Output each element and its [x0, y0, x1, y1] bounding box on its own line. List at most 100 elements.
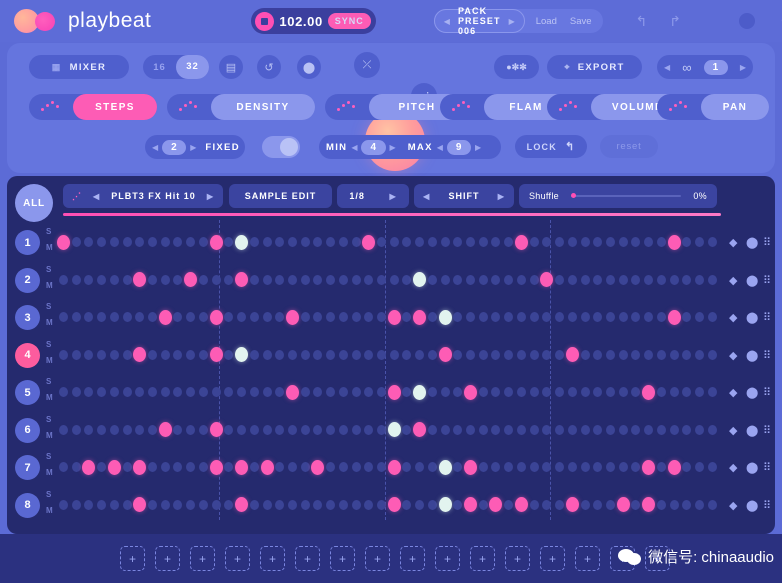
step-cell[interactable] — [285, 384, 299, 400]
rate-selector[interactable]: 1/8 ▶ — [337, 184, 409, 208]
step-cell[interactable] — [186, 499, 196, 510]
step-cell[interactable] — [504, 424, 514, 435]
add-sample-slot-button[interactable]: + — [260, 546, 285, 571]
step-cell[interactable] — [427, 499, 437, 510]
step-cell[interactable] — [326, 237, 336, 247]
step-cell[interactable] — [453, 499, 463, 510]
reset-button[interactable]: reset — [600, 135, 658, 158]
steps-16-option[interactable]: 16 — [143, 62, 176, 73]
step-cell[interactable] — [478, 424, 488, 435]
step-cell[interactable] — [71, 237, 81, 247]
step-cell[interactable] — [707, 424, 717, 435]
step-cell[interactable] — [580, 274, 590, 285]
lock-icon[interactable]: ⬤ — [746, 461, 758, 474]
step-cell[interactable] — [529, 349, 539, 360]
step-cell[interactable] — [135, 312, 145, 322]
step-cell[interactable] — [59, 387, 68, 397]
step-cell[interactable] — [249, 499, 259, 510]
step-cell[interactable] — [682, 462, 692, 472]
step-cell[interactable] — [504, 312, 514, 322]
step-cell[interactable] — [122, 424, 132, 435]
step-cell[interactable] — [542, 424, 552, 435]
max-value[interactable]: 9 — [446, 139, 471, 155]
step-cell[interactable] — [656, 424, 666, 435]
load-button[interactable]: Load — [536, 16, 557, 27]
track-number-button[interactable]: 2 — [15, 267, 40, 293]
steps-32-option[interactable]: 32 — [176, 55, 209, 79]
step-cell[interactable] — [695, 237, 704, 247]
step-cell[interactable] — [97, 312, 107, 322]
step-cell[interactable] — [198, 462, 208, 472]
step-cell[interactable] — [682, 387, 692, 397]
step-cell[interactable] — [464, 497, 478, 512]
lock-icon[interactable]: ⬤ — [746, 274, 758, 287]
step-cell[interactable] — [186, 387, 196, 397]
lock-icon[interactable]: ⬤ — [746, 349, 758, 362]
step-cell[interactable] — [631, 424, 641, 435]
step-cell[interactable] — [593, 387, 603, 397]
step-cell[interactable] — [122, 462, 132, 472]
step-cell[interactable] — [402, 424, 412, 435]
step-cell[interactable] — [466, 349, 476, 360]
step-cell[interactable] — [148, 424, 158, 435]
step-cell[interactable] — [605, 237, 615, 247]
step-cell[interactable] — [262, 499, 272, 510]
step-cell[interactable] — [695, 312, 704, 322]
fixed-prev-icon[interactable]: ◀ — [152, 143, 158, 152]
step-cell[interactable] — [593, 499, 603, 510]
solo-button[interactable]: S — [46, 227, 51, 236]
step-cell[interactable] — [504, 237, 514, 247]
step-cell[interactable] — [438, 309, 452, 325]
fixed-toggle[interactable] — [262, 136, 300, 158]
add-sample-slot-button[interactable]: + — [330, 546, 355, 571]
step-cell[interactable] — [287, 424, 297, 435]
step-cell[interactable] — [593, 237, 603, 247]
step-cell[interactable] — [618, 387, 628, 397]
step-cell[interactable] — [71, 462, 81, 472]
step-cell[interactable] — [478, 462, 488, 472]
step-cell[interactable] — [198, 274, 208, 285]
step-cell[interactable] — [618, 424, 628, 435]
step-cell[interactable] — [618, 349, 628, 360]
step-cell[interactable] — [338, 499, 348, 510]
step-cell[interactable] — [415, 462, 425, 472]
step-cell[interactable] — [580, 499, 590, 510]
shuffle-slider[interactable] — [571, 191, 682, 201]
step-cell[interactable] — [133, 272, 147, 287]
eraser-icon[interactable]: ◆ — [729, 274, 737, 287]
step-cell[interactable] — [464, 459, 478, 475]
step-cell[interactable] — [427, 424, 437, 435]
step-cell[interactable] — [249, 274, 259, 285]
step-cell[interactable] — [565, 347, 579, 362]
step-cell[interactable] — [109, 499, 119, 510]
step-cell[interactable] — [97, 237, 107, 247]
step-cell[interactable] — [300, 424, 310, 435]
step-cell[interactable] — [516, 349, 526, 360]
sample-edit-button[interactable]: SAMPLE EDIT — [229, 184, 332, 208]
save-button[interactable]: Save — [570, 16, 592, 27]
step-cell[interactable] — [667, 309, 681, 325]
step-cell[interactable] — [529, 387, 539, 397]
step-cell[interactable] — [135, 237, 145, 247]
step-cell[interactable] — [326, 424, 336, 435]
step-cell[interactable] — [237, 387, 247, 397]
step-cell[interactable] — [173, 387, 183, 397]
step-cell[interactable] — [97, 349, 107, 360]
step-cell[interactable] — [275, 499, 285, 510]
eraser-icon[interactable]: ◆ — [729, 499, 737, 512]
step-cell[interactable] — [122, 274, 132, 285]
step-cell[interactable] — [438, 459, 452, 475]
step-cell[interactable] — [491, 424, 501, 435]
step-cell[interactable] — [516, 274, 526, 285]
step-cell[interactable] — [478, 312, 488, 322]
step-cell[interactable] — [235, 347, 249, 362]
step-cell[interactable] — [618, 312, 628, 322]
step-cell[interactable] — [491, 462, 501, 472]
step-cell[interactable] — [338, 462, 348, 472]
step-cell[interactable] — [516, 387, 526, 397]
step-cell[interactable] — [542, 499, 552, 510]
prev-preset-icon[interactable]: ◀ — [444, 17, 450, 26]
step-cell[interactable] — [224, 462, 234, 472]
step-cell[interactable] — [478, 274, 488, 285]
step-cell[interactable] — [695, 424, 704, 435]
